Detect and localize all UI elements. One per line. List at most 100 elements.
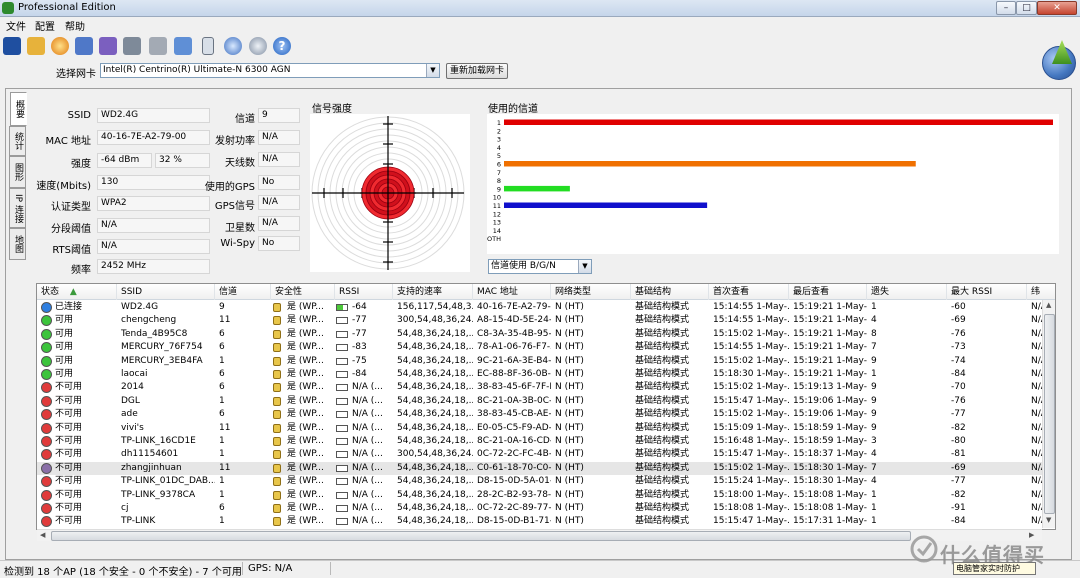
cell-lost: 1 [871, 369, 877, 379]
battery-icon[interactable] [202, 37, 214, 55]
status-text: 可用 [55, 355, 74, 366]
cell-lost: 9 [871, 409, 877, 420]
table-row[interactable]: 不可用 dh11154601 1 是 (WP... N/A (... 300,54,48,… [37, 448, 1047, 461]
cell-first-seen: 15:14:55 1-May-... [713, 342, 789, 353]
column-header-ssid[interactable]: SSID [117, 284, 215, 300]
cell-channel: 6 [219, 342, 225, 353]
column-header-max-rssi[interactable]: 最大 RSSI [947, 284, 1027, 300]
column-header-channel[interactable]: 信道 [215, 284, 271, 300]
table-row[interactable]: 不可用 TP-LINK_9378CA 1 是 (WP... N/A (... 54,48,… [37, 489, 1047, 502]
status-text: 已连接 [55, 302, 83, 312]
table-row[interactable]: 不可用 TP-LINK_16CD1E 1 是 (WP... N/A (... 54,48,… [37, 435, 1047, 448]
menu-help[interactable]: 帮助 [65, 18, 85, 33]
column-header-last-seen[interactable]: 最后查看 [789, 284, 867, 300]
table-row[interactable]: 不可用 TP-LINK 1 是 (WP... N/A (... 54,48,36,24,1… [37, 515, 1047, 528]
cell-mac: 40-16-7E-A2-79-... [477, 302, 551, 312]
menu-config[interactable]: 配置 [35, 18, 55, 33]
rssi-text: N/A (... [352, 395, 383, 406]
column-header-infrastructure[interactable]: 基础结构 [631, 284, 709, 300]
check-icon[interactable] [174, 37, 192, 55]
network-icon[interactable] [249, 37, 267, 55]
lock-icon [273, 477, 281, 487]
tab-summary[interactable]: 概要 [10, 92, 27, 126]
scroll-down-icon[interactable]: ▼ [1046, 516, 1051, 524]
close-button[interactable]: ✕ [1037, 1, 1077, 15]
vertical-scrollbar[interactable]: ▲ ▼ [1042, 300, 1055, 528]
print-icon[interactable] [123, 37, 141, 55]
table-row[interactable]: 可用 Tenda_4B95C8 6 是 (WP... -77 54,48,36,24,18… [37, 328, 1047, 341]
security-text: 是 (WP... [287, 342, 324, 353]
status-dot-icon [41, 489, 52, 501]
table-row[interactable]: 可用 MERCURY_3EB4FA 1 是 (WP... -75 54,48,36,24,… [37, 355, 1047, 368]
vertical-scroll-thumb[interactable] [1044, 314, 1055, 514]
cell-ssid: Tenda_4B95C8 [121, 328, 188, 339]
status-dot-icon [41, 382, 52, 394]
cell-max-rssi: -91 [951, 503, 966, 513]
cell-security: 是 (WP... [271, 408, 335, 421]
export-icon[interactable] [75, 37, 93, 55]
cell-lost: 3 [871, 436, 877, 446]
tab-stats[interactable]: 统计 [9, 126, 26, 156]
maximize-button[interactable]: □ [1016, 1, 1037, 15]
channel-usage-value: 信道使用 B/G/N [491, 261, 556, 271]
security-text: 是 (WP... [287, 409, 324, 420]
security-text: 是 (WP... [287, 489, 324, 500]
tab-ip-connections[interactable]: IP 连接 [9, 188, 26, 228]
table-row[interactable]: 不可用 TP-LINK_01DC_DAB... 1 是 (WP... N/A (... 5… [37, 475, 1047, 488]
minimize-button[interactable]: – [996, 1, 1016, 15]
column-header-rssi[interactable]: RSSI [335, 284, 393, 300]
column-header-status[interactable]: 状态 ▲ [37, 284, 117, 300]
record-icon[interactable] [51, 37, 69, 55]
column-header-mac[interactable]: MAC 地址 [473, 284, 551, 300]
table-row[interactable]: 不可用 ade 6 是 (WP... N/A (... 54,48,36,24,18,..… [37, 408, 1047, 421]
column-header-rates[interactable]: 支持的速率 [393, 284, 473, 300]
column-header-security[interactable]: 安全性 [271, 284, 335, 300]
help-icon[interactable]: ? [273, 37, 291, 55]
chevron-down-icon[interactable]: ▼ [578, 260, 591, 273]
horizontal-scroll-thumb[interactable] [51, 531, 911, 541]
scroll-up-icon[interactable]: ▲ [1046, 301, 1051, 309]
table-row[interactable]: 可用 laocai 6 是 (WP... -84 54,48,36,24,18,... EC… [37, 368, 1047, 381]
channel-usage-select[interactable]: 信道使用 B/G/N ▼ [488, 259, 592, 274]
cell-last-seen: 15:19:06 1-May-... [793, 395, 867, 406]
cell-security: 是 (WP... [271, 381, 335, 394]
adapter-select[interactable]: Intel(R) Centrino(R) Ultimate-N 6300 AGN… [100, 63, 440, 78]
table-row[interactable]: 可用 chengcheng 11 是 (WP... -77 300,54,48,36,24… [37, 314, 1047, 327]
table-row[interactable]: 不可用 cj 6 是 (WP... N/A (... 54,48,36,24,18,...… [37, 502, 1047, 515]
table-row[interactable]: 不可用 zhangjinhuan 11 是 (WP... N/A (... 54,48,3… [37, 461, 1047, 476]
table-row[interactable]: 不可用 2014 6 是 (WP... N/A (... 54,48,36,24,18,.… [37, 381, 1047, 394]
rssi-meter-icon [336, 344, 348, 352]
open-folder-icon[interactable] [27, 37, 45, 55]
strength-dbm-value: -64 dBm [97, 153, 152, 168]
menu-file[interactable]: 文件 [6, 18, 26, 33]
horizontal-scrollbar[interactable]: ◀ ▶ [37, 529, 1042, 541]
channel-label: 2 [497, 127, 501, 135]
wispy-value: No [258, 236, 300, 251]
reload-adapter-button[interactable]: 重新加载网卡 [446, 63, 508, 79]
globe-icon[interactable] [224, 37, 242, 55]
tab-graph[interactable]: 图形 [9, 156, 26, 188]
table-row[interactable]: 可用 MERCURY_76F754 6 是 (WP... -83 54,48,36,24,… [37, 341, 1047, 354]
cell-network-type: N (HT) [555, 489, 584, 500]
cell-first-seen: 15:14:55 1-May-... [713, 302, 789, 312]
cell-infrastructure: 基础结构模式 [635, 369, 690, 379]
channel-label: 10 [493, 194, 501, 202]
save-icon[interactable] [3, 37, 21, 55]
table-row[interactable]: 不可用 vivi's 11 是 (WP... N/A (... 54,48,36,24,1… [37, 422, 1047, 435]
scan-icon[interactable] [99, 37, 117, 55]
table-row[interactable]: 不可用 DGL 1 是 (WP... N/A (... 54,48,36,24,18,..… [37, 395, 1047, 408]
column-header-first-seen[interactable]: 首次查看 [709, 284, 789, 300]
tab-map[interactable]: 地图 [9, 228, 26, 260]
speed-value: 130 [97, 175, 210, 190]
column-header-network-type[interactable]: 网络类型 [551, 284, 631, 300]
chevron-down-icon[interactable]: ▼ [426, 64, 439, 77]
column-header-lost[interactable]: 遗失 [867, 284, 947, 300]
scroll-left-icon[interactable]: ◀ [40, 531, 45, 539]
table-row[interactable]: 已连接 WD2.4G 9 是 (WP... -64 156,117,54,48,3... 4… [37, 301, 1047, 314]
cell-channel: 6 [219, 369, 225, 379]
frequency-label: 频率 [71, 265, 91, 276]
status-dot-icon [41, 436, 52, 447]
cell-status: 不可用 [37, 408, 117, 421]
print-preview-icon[interactable] [149, 37, 167, 55]
column-header-latitude[interactable]: 纬 [1027, 284, 1055, 300]
